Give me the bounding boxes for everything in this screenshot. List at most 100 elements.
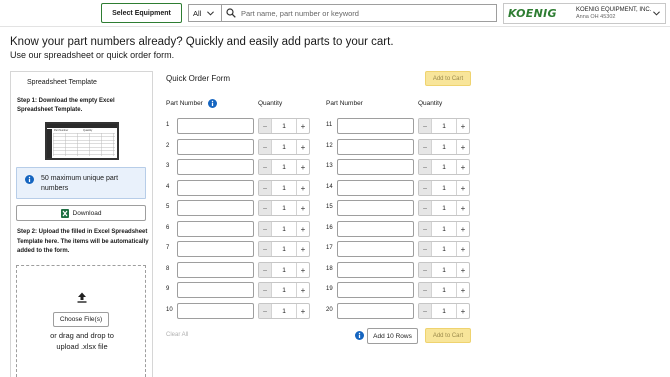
decrement-button[interactable]: − [259, 304, 272, 318]
thumb-col-quantity: Quantity [83, 129, 93, 132]
increment-button[interactable]: + [456, 119, 469, 133]
row-number: 17 [326, 245, 333, 251]
info-icon[interactable] [208, 99, 217, 108]
increment-button[interactable]: + [296, 119, 309, 133]
part-number-input[interactable] [177, 180, 254, 196]
increment-button[interactable]: + [456, 201, 469, 215]
category-select[interactable]: All [188, 4, 222, 22]
quantity-value[interactable]: 1 [432, 304, 456, 318]
decrement-button[interactable]: − [419, 119, 432, 133]
part-number-input[interactable] [177, 282, 254, 298]
decrement-button[interactable]: − [419, 304, 432, 318]
quantity-value[interactable]: 1 [432, 222, 456, 236]
decrement-button[interactable]: − [259, 140, 272, 154]
increment-button[interactable]: + [296, 140, 309, 154]
decrement-button[interactable]: − [259, 160, 272, 174]
quantity-stepper: −1 + [418, 139, 470, 155]
increment-button[interactable]: + [456, 160, 469, 174]
quantity-value[interactable]: 1 [272, 242, 296, 256]
decrement-button[interactable]: − [419, 222, 432, 236]
quantity-value[interactable]: 1 [272, 160, 296, 174]
add-to-cart-button-top[interactable]: Add to Cart [425, 71, 471, 86]
decrement-button[interactable]: − [419, 283, 432, 297]
part-number-input[interactable] [177, 200, 254, 216]
quantity-stepper: −1 + [418, 221, 470, 237]
add-to-cart-button-bottom[interactable]: Add to Cart [425, 328, 471, 343]
increment-button[interactable]: + [296, 201, 309, 215]
part-number-input[interactable] [337, 139, 414, 155]
row-number: 7 [166, 245, 170, 251]
account-selector[interactable]: KOENIG KOENIG EQUIPMENT, INC. Anna OH 45… [503, 3, 666, 24]
decrement-button[interactable]: − [419, 181, 432, 195]
quantity-value[interactable]: 1 [432, 201, 456, 215]
increment-button[interactable]: + [456, 140, 469, 154]
increment-button[interactable]: + [296, 263, 309, 277]
part-number-input[interactable] [337, 118, 414, 134]
decrement-button[interactable]: − [259, 263, 272, 277]
quantity-value[interactable]: 1 [432, 160, 456, 174]
quantity-value[interactable]: 1 [432, 283, 456, 297]
quantity-value[interactable]: 1 [272, 283, 296, 297]
increment-button[interactable]: + [456, 181, 469, 195]
quantity-value[interactable]: 1 [432, 140, 456, 154]
decrement-button[interactable]: − [419, 242, 432, 256]
increment-button[interactable]: + [296, 222, 309, 236]
quantity-value[interactable]: 1 [272, 263, 296, 277]
part-number-input[interactable] [337, 303, 414, 319]
increment-button[interactable]: + [296, 283, 309, 297]
part-number-input[interactable] [177, 221, 254, 237]
part-number-input[interactable] [177, 303, 254, 319]
part-number-input[interactable] [337, 241, 414, 257]
part-number-input[interactable] [177, 241, 254, 257]
increment-button[interactable]: + [456, 242, 469, 256]
increment-button[interactable]: + [456, 283, 469, 297]
decrement-button[interactable]: − [259, 181, 272, 195]
info-icon[interactable] [355, 331, 364, 340]
part-number-input[interactable] [177, 159, 254, 175]
part-number-input[interactable] [337, 262, 414, 278]
quantity-value[interactable]: 1 [272, 181, 296, 195]
decrement-button[interactable]: − [419, 201, 432, 215]
part-number-input[interactable] [337, 282, 414, 298]
quantity-value[interactable]: 1 [272, 222, 296, 236]
quantity-value[interactable]: 1 [272, 304, 296, 318]
clear-all-link[interactable]: Clear All [166, 332, 188, 338]
decrement-button[interactable]: − [259, 222, 272, 236]
increment-button[interactable]: + [296, 242, 309, 256]
quantity-value[interactable]: 1 [272, 201, 296, 215]
decrement-button[interactable]: − [419, 160, 432, 174]
increment-button[interactable]: + [456, 263, 469, 277]
part-number-input[interactable] [337, 200, 414, 216]
part-number-input[interactable] [177, 118, 254, 134]
part-number-input[interactable] [337, 159, 414, 175]
quantity-value[interactable]: 1 [432, 181, 456, 195]
increment-button[interactable]: + [296, 160, 309, 174]
max-parts-text: 50 maximum unique part numbers [41, 175, 119, 193]
download-template-button[interactable]: Download [16, 205, 146, 221]
part-number-input[interactable] [337, 221, 414, 237]
quantity-value[interactable]: 1 [272, 119, 296, 133]
choose-files-button[interactable]: Choose File(s) [53, 312, 109, 327]
select-equipment-button[interactable]: Select Equipment [101, 3, 182, 23]
quantity-value[interactable]: 1 [432, 119, 456, 133]
decrement-button[interactable]: − [259, 119, 272, 133]
row-number: 16 [326, 225, 333, 231]
increment-button[interactable]: + [296, 181, 309, 195]
add-10-rows-button[interactable]: Add 10 Rows [367, 328, 418, 344]
part-number-input[interactable] [177, 139, 254, 155]
increment-button[interactable]: + [456, 222, 469, 236]
quantity-value[interactable]: 1 [432, 263, 456, 277]
increment-button[interactable]: + [456, 304, 469, 318]
increment-button[interactable]: + [296, 304, 309, 318]
part-number-input[interactable] [177, 262, 254, 278]
decrement-button[interactable]: − [419, 263, 432, 277]
decrement-button[interactable]: − [259, 242, 272, 256]
row-number: 20 [326, 307, 333, 313]
quantity-value[interactable]: 1 [432, 242, 456, 256]
part-number-input[interactable] [337, 180, 414, 196]
decrement-button[interactable]: − [419, 140, 432, 154]
decrement-button[interactable]: − [259, 201, 272, 215]
search-input[interactable] [241, 8, 491, 18]
decrement-button[interactable]: − [259, 283, 272, 297]
quantity-value[interactable]: 1 [272, 140, 296, 154]
